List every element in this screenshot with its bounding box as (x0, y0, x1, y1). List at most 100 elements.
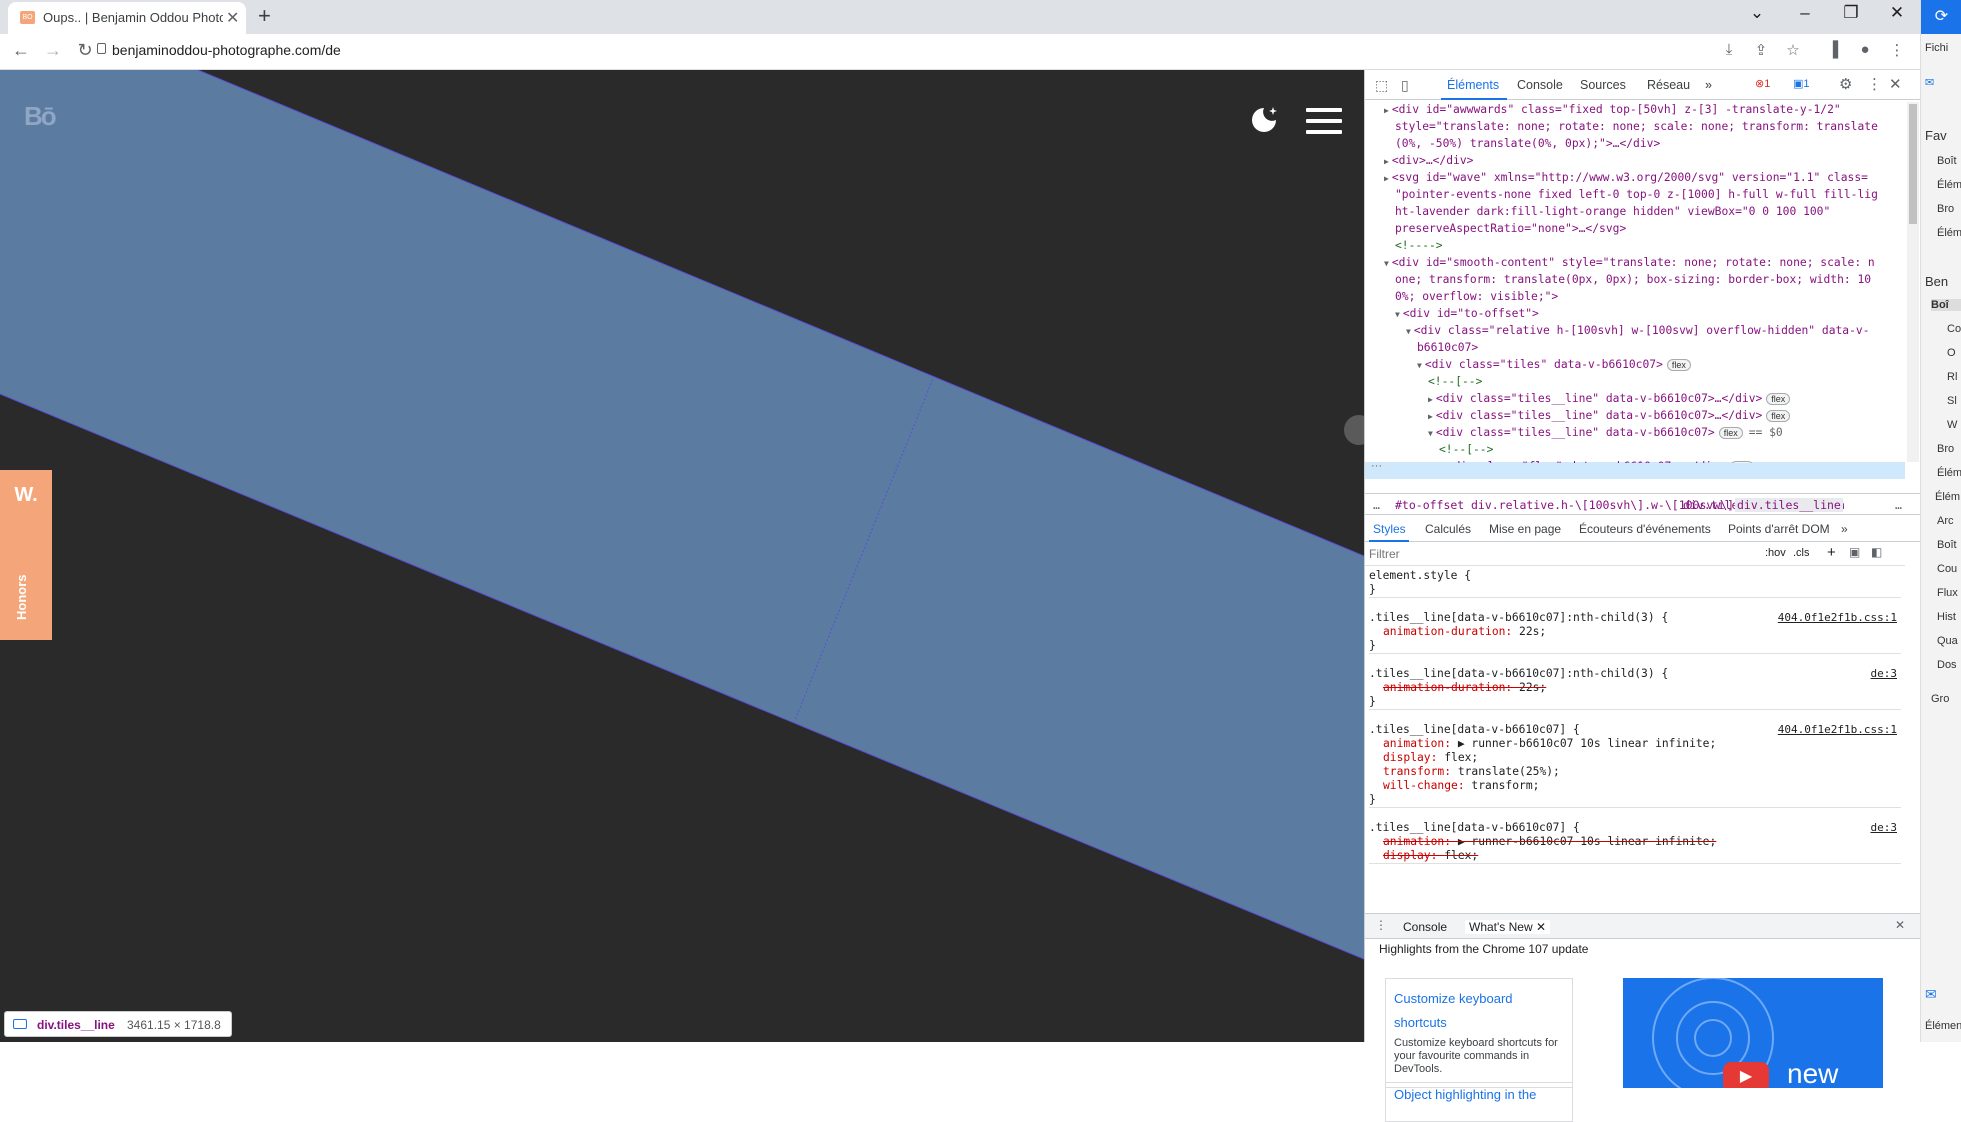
breadcrumb-ellipsis-end[interactable]: … (1895, 498, 1902, 512)
drawer-tab-whats-new[interactable]: What's New ✕ (1465, 920, 1551, 934)
breadcrumb-tiles-line[interactable]: div.tiles__line (1735, 498, 1843, 512)
css-source-link[interactable]: de:3 (1871, 821, 1898, 835)
css-selector[interactable]: .tiles__line[data-v-b6610c07]:nth-child(… (1369, 667, 1901, 681)
dom-node-line[interactable]: (0%, -50%) translate(0%, 0px);">…</div> (1395, 135, 1660, 152)
drawer-close-icon[interactable]: ✕ (1895, 918, 1905, 932)
collapse-arrow-icon[interactable]: ▼ (1417, 361, 1422, 370)
tab-console[interactable]: Console (1517, 78, 1563, 92)
forward-icon[interactable]: → (42, 40, 64, 61)
dom-node-line[interactable]: ▼ <div id="to-offset"> (1395, 305, 1539, 323)
css-rule[interactable]: .tiles__line[data-v-b6610c07] {de:3 anima… (1369, 821, 1901, 864)
minimize-icon[interactable]: – (1790, 3, 1820, 23)
devtools-close-icon[interactable]: ✕ (1889, 75, 1902, 93)
expand-arrow-icon[interactable]: ▶ (1384, 174, 1389, 183)
dom-node-line[interactable]: preserveAspectRatio="none">…</svg> (1395, 220, 1626, 237)
panel-item-19[interactable]: Flux (1937, 587, 1958, 599)
awwwards-honors-badge[interactable]: W. Honors (0, 470, 52, 640)
css-property[interactable]: transform: translate(25%); (1369, 765, 1901, 779)
tab-dom-breakpoints[interactable]: Points d'arrêt DOM (1728, 522, 1830, 536)
panel-item-5[interactable]: Élém (1937, 227, 1961, 239)
dom-node-line[interactable]: ▼ <div class="tiles__line" data-v-b6610c0… (1428, 424, 1783, 442)
dom-node-line[interactable]: ▶ <div class="tiles__line" data-v-b6610c0… (1428, 390, 1791, 408)
panel-item-7[interactable]: Boî (1931, 299, 1961, 311)
panel-item-21[interactable]: Qua (1937, 635, 1958, 647)
site-logo[interactable]: Bō (24, 101, 57, 132)
breadcrumb-to-offset[interactable]: #to-offset (1395, 498, 1464, 512)
collapse-arrow-icon[interactable]: ▼ (1406, 327, 1411, 336)
breadcrumb-ellipsis-start[interactable]: … (1373, 498, 1380, 512)
panel-item-8[interactable]: Co (1947, 323, 1961, 335)
collapse-arrow-icon[interactable]: ▼ (1395, 310, 1400, 319)
flex-badge[interactable]: flex (1666, 359, 1691, 371)
panel-item-22[interactable]: Dos (1937, 659, 1957, 671)
whats-new-close-icon[interactable]: ✕ (1536, 920, 1546, 934)
panel-item-15[interactable]: Élém (1935, 491, 1960, 503)
css-property[interactable]: animation-duration: 22s; (1369, 625, 1901, 639)
panel-item-10[interactable]: Rl (1947, 371, 1957, 383)
css-selector[interactable]: .tiles__line[data-v-b6610c07] { (1369, 821, 1901, 835)
css-property[interactable]: display: flex; (1369, 751, 1901, 765)
settings-gear-icon[interactable]: ⚙ (1839, 75, 1852, 93)
drawer-tab-console[interactable]: Console (1403, 920, 1447, 934)
panel-item-12[interactable]: W (1947, 419, 1957, 431)
mail-icon[interactable]: ✉ (1925, 76, 1934, 89)
restore-icon[interactable]: ❐ (1836, 3, 1866, 23)
reload-icon[interactable]: ↻ (74, 40, 96, 61)
css-selector[interactable]: element.style { (1369, 569, 1901, 583)
dom-node-line[interactable]: <!--[--> (1428, 373, 1482, 390)
paint-icon[interactable]: ▣ (1849, 545, 1860, 559)
css-property[interactable]: animation: ▶ runner-b6610c07 10s linear … (1369, 835, 1901, 849)
tab-computed[interactable]: Calculés (1425, 522, 1471, 536)
styles-filter-input[interactable] (1369, 545, 1749, 563)
panel-item-0[interactable]: Fichi (1925, 42, 1948, 54)
tab-search-chevron-icon[interactable]: ⌄ (1742, 3, 1772, 23)
tab-event-listeners[interactable]: Écouteurs d'événements (1579, 522, 1711, 536)
panel-item-17[interactable]: Boît (1937, 539, 1957, 551)
css-rules-list[interactable]: element.style {} .tiles__line[data-v-b661… (1365, 567, 1905, 907)
feature-card-2-title[interactable]: Object highlighting in the (1394, 1087, 1536, 1102)
panel-item-13[interactable]: Bro (1937, 443, 1954, 455)
browser-tab[interactable]: BO Oups.. | Benjamin Oddou Photographe ✕ (8, 2, 246, 34)
flex-badge[interactable]: flex (1718, 427, 1743, 439)
dom-node-line[interactable]: <!----> (1395, 237, 1443, 254)
dom-tree[interactable]: ▶ <div id="awwwards" class="fixed top-[50… (1365, 101, 1905, 463)
back-icon[interactable]: ← (10, 40, 32, 61)
panel-mail-icon[interactable]: ✉ (1925, 986, 1937, 1003)
dom-node-line[interactable]: ▼ <div class="tiles" data-v-b6610c07> flex (1417, 356, 1691, 374)
feature-card-2[interactable]: Object highlighting in the (1385, 1082, 1573, 1122)
panel-item-3[interactable]: Élém (1937, 179, 1961, 191)
new-tab-icon[interactable]: + (258, 3, 271, 29)
css-property[interactable]: animation-duration: 22s; (1369, 681, 1901, 695)
panel-item-20[interactable]: Hist (1937, 611, 1956, 623)
dom-node-line[interactable]: b6610c07> (1417, 339, 1478, 356)
drawer-menu-icon[interactable]: ⋮ (1375, 918, 1387, 932)
dom-node-line[interactable]: "pointer-events-none fixed left-0 top-0 … (1395, 186, 1878, 203)
dom-node-line[interactable]: one; transform: translate(0px, 0px); box… (1395, 271, 1871, 288)
expand-arrow-icon[interactable]: ▶ (1384, 106, 1389, 115)
css-rule[interactable]: .tiles__line[data-v-b6610c07]:nth-child(… (1369, 611, 1901, 654)
dom-node-line[interactable]: <!--[--> (1439, 441, 1493, 458)
profile-avatar-icon[interactable]: ● (1854, 41, 1876, 58)
flex-badge[interactable]: flex (1766, 410, 1791, 422)
panel-item-2[interactable]: Boît (1937, 155, 1957, 167)
new-rule-icon[interactable]: + (1827, 544, 1836, 561)
panel-item-9[interactable]: O (1947, 347, 1956, 359)
css-source-link[interactable]: de:3 (1871, 667, 1898, 681)
expand-arrow-icon[interactable]: ▶ (1428, 412, 1433, 421)
tab-layout[interactable]: Mise en page (1489, 522, 1561, 536)
more-tabs-icon[interactable]: » (1705, 78, 1712, 92)
dom-scrollbar[interactable] (1907, 102, 1919, 462)
tab-styles[interactable]: Styles (1373, 522, 1406, 536)
sync-icon[interactable]: ⟳ (1921, 0, 1961, 34)
css-rule[interactable]: .tiles__line[data-v-b6610c07] {404.0f1e2… (1369, 723, 1901, 808)
hov-toggle[interactable]: :hov (1765, 547, 1786, 559)
feature-card[interactable]: Customize keyboard shortcuts Customize k… (1385, 978, 1573, 1088)
feature-card-title[interactable]: Customize keyboard shortcuts (1394, 987, 1564, 1035)
dom-node-line[interactable]: ▶ <svg id="wave" xmlns="http://www.w3.org… (1384, 169, 1868, 187)
window-close-icon[interactable]: ✕ (1882, 3, 1912, 23)
dark-mode-toggle-icon[interactable] (1249, 105, 1279, 135)
panel-item-14[interactable]: Élém (1937, 467, 1961, 479)
address-bar[interactable]: benjaminoddou-photographe.com/de (112, 42, 341, 58)
dom-node-line[interactable]: style="translate: none; rotate: none; sc… (1395, 118, 1878, 135)
dom-node-line[interactable]: ▶<div class="flex" data-v-b6610c07>…</di… (1439, 458, 1754, 463)
